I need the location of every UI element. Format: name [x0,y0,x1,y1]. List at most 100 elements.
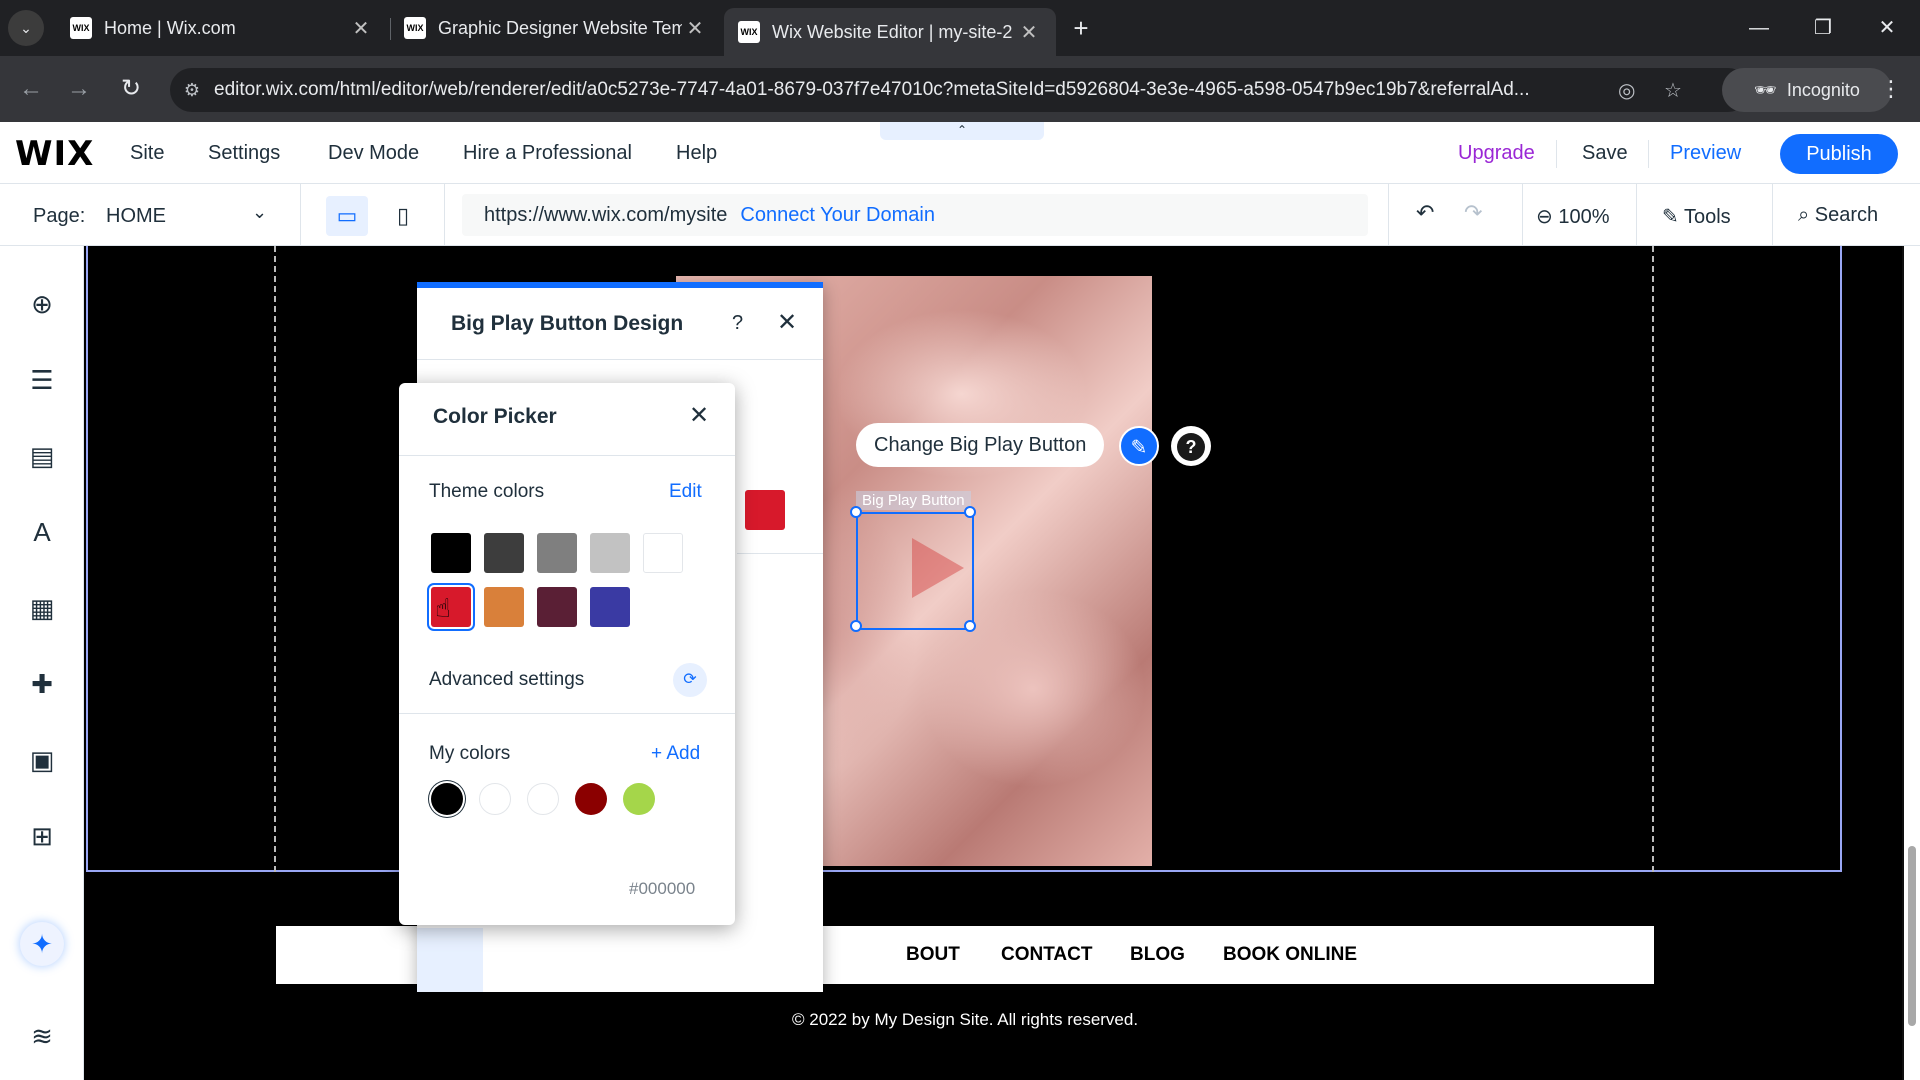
add-color-link[interactable]: + Add [651,743,700,765]
tab-close-icon[interactable]: ✕ [1016,20,1042,45]
publish-button[interactable]: Publish [1780,134,1898,174]
my-color-swatch[interactable] [623,783,655,815]
desktop-view-icon[interactable]: ▭ [326,196,368,236]
resize-handle[interactable] [964,620,976,632]
browser-menu-icon[interactable]: ⋮ [1880,76,1902,102]
wix-logo[interactable]: WIX [15,134,94,174]
divider [444,184,445,246]
canvas-scrollbar[interactable] [1904,246,1920,1080]
upgrade-link[interactable]: Upgrade [1458,142,1535,165]
eye-off-icon[interactable]: ◎ [1618,78,1635,103]
wix-favicon-icon: WIX [404,17,426,39]
element-label: Big Play Button [856,491,971,510]
footer-link-blog[interactable]: BLOG [1130,944,1185,966]
tab-close-icon[interactable]: ✕ [348,16,374,41]
theme-swatch[interactable] [643,533,683,573]
divider [1636,184,1637,246]
change-big-play-button[interactable]: Change Big Play Button [856,423,1105,467]
tab-close-icon[interactable]: ✕ [682,16,708,41]
footer-link-about[interactable]: BOUT [906,944,960,966]
add-elements-icon[interactable]: ⊕ [22,284,62,324]
add-section-icon[interactable]: ☰ [22,360,62,400]
my-color-swatch[interactable] [479,783,511,815]
save-button[interactable]: Save [1582,142,1628,165]
url-text[interactable]: editor.wix.com/html/editor/web/renderer/… [214,79,1614,101]
restore-icon[interactable]: ❐ [1798,8,1848,48]
new-tab-button[interactable]: + [1066,14,1096,44]
my-color-swatch[interactable] [431,783,463,815]
browser-tab-strip: ⌄ WIX Home | Wix.com ✕ WIX Graphic Desig… [0,0,1920,56]
search-button[interactable]: ⌕ Search [1798,204,1878,227]
address-bar[interactable]: ⚙ editor.wix.com/html/editor/web/rendere… [170,68,1750,112]
site-info-icon[interactable]: ⚙ [170,80,214,101]
menu-dev-mode[interactable]: Dev Mode [328,142,419,165]
preview-button[interactable]: Preview [1670,142,1741,165]
footer-link-contact[interactable]: CONTACT [1001,944,1092,966]
collapse-toolbar-chevron-icon[interactable]: ⌃ [880,122,1044,140]
resize-handle[interactable] [964,506,976,518]
my-color-swatch[interactable] [527,783,559,815]
browser-tab-home[interactable]: WIX Home | Wix.com ✕ [56,8,388,48]
zoom-out-icon: ⊖ [1536,206,1553,228]
site-design-icon[interactable]: A [22,512,62,552]
cms-icon[interactable]: ⊞ [22,816,62,856]
add-apps-icon[interactable]: ▦ [22,588,62,628]
media-icon[interactable]: ▣ [22,740,62,780]
hex-input[interactable]: #000000 [629,879,695,899]
mobile-view-icon[interactable]: ▯ [386,196,420,236]
theme-swatch[interactable] [590,533,630,573]
page-select-value[interactable]: HOME [106,205,166,228]
pencil-icon[interactable]: ✎ [1119,426,1159,466]
theme-swatch[interactable] [484,533,524,573]
incognito-badge[interactable]: 🕶 Incognito [1722,68,1892,112]
pages-icon[interactable]: ▤ [22,436,62,476]
edit-theme-link[interactable]: Edit [669,481,702,503]
my-color-swatch[interactable] [575,783,607,815]
forward-icon[interactable]: → [62,72,96,106]
ai-assistant-icon[interactable]: ✦ [20,922,64,966]
tab-title: Graphic Designer Website Temp [438,17,682,38]
window-close-icon[interactable]: ✕ [1862,8,1912,48]
resize-handle[interactable] [850,506,862,518]
panel-help-icon[interactable]: ? [732,312,743,335]
editor-canvas[interactable]: Change Big Play Button ✎ ? Big Play Butt… [84,246,1902,1080]
menu-site[interactable]: Site [130,142,164,165]
connect-domain-link[interactable]: Connect Your Domain [740,204,935,227]
site-url-bar: https://www.wix.com/mysite Connect Your … [462,194,1368,236]
menu-hire-a-professional[interactable]: Hire a Professional [463,142,632,165]
panel-header: Big Play Button Design ? ✕ [417,288,823,360]
footer-link-book-online[interactable]: BOOK ONLINE [1223,944,1357,966]
layers-icon[interactable]: ≋ [22,1016,62,1056]
menu-help[interactable]: Help [676,142,717,165]
browser-tab-editor[interactable]: WIX Wix Website Editor | my-site-2 ✕ [724,8,1056,56]
menu-settings[interactable]: Settings [208,142,280,165]
help-icon[interactable]: ? [1171,426,1211,466]
resize-handle[interactable] [850,620,862,632]
scroll-thumb[interactable] [1908,846,1916,1026]
chevron-down-icon[interactable]: ⌄ [252,202,267,223]
panel-close-icon[interactable]: ✕ [777,308,797,337]
divider [300,184,301,246]
zoom-control[interactable]: ⊖ 100% [1536,204,1609,229]
page-label: Page: [33,205,86,227]
back-icon[interactable]: ← [14,72,48,106]
minimize-icon[interactable]: — [1734,8,1784,48]
advanced-settings-icon[interactable]: ⟳ [673,663,707,697]
wrench-icon: ✎ [1662,206,1679,228]
business-tools-icon[interactable]: ✚ [22,664,62,704]
theme-swatch[interactable] [484,587,524,627]
browser-tab-template[interactable]: WIX Graphic Designer Website Temp ✕ [390,8,722,48]
button-color-swatch[interactable] [745,490,785,530]
theme-swatch[interactable] [590,587,630,627]
bookmark-star-icon[interactable]: ☆ [1664,78,1682,103]
tools-button[interactable]: ✎ Tools [1662,204,1731,229]
undo-icon[interactable]: ↶ [1416,200,1434,226]
reload-icon[interactable]: ↻ [114,72,148,106]
tab-search-chevron-icon[interactable]: ⌄ [8,10,44,46]
color-picker-close-icon[interactable]: ✕ [689,401,709,430]
redo-icon[interactable]: ↷ [1464,200,1482,226]
theme-swatch[interactable] [431,533,471,573]
theme-swatch[interactable] [537,587,577,627]
advanced-settings-label[interactable]: Advanced settings [429,669,584,691]
theme-swatch[interactable] [537,533,577,573]
